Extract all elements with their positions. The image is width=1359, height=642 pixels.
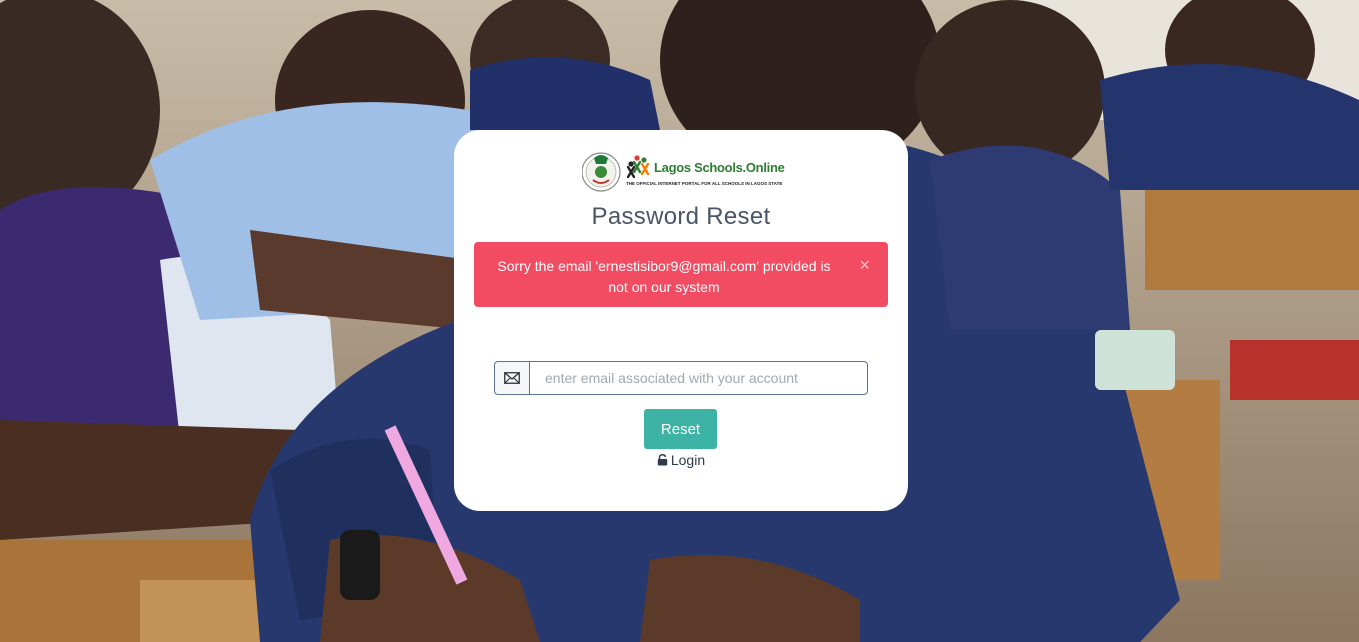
envelope-icon xyxy=(494,361,529,395)
reset-button[interactable]: Reset xyxy=(644,409,717,449)
login-link[interactable]: Login xyxy=(454,452,908,469)
password-reset-card: Lagos Schools.Online THE OFFICIAL INTERN… xyxy=(454,130,908,511)
error-alert: Sorry the email 'ernestisibor9@gmail.com… xyxy=(474,242,888,307)
brand-name: Lagos Schools.Online xyxy=(654,160,785,175)
login-label[interactable]: Login xyxy=(671,452,705,468)
email-input[interactable] xyxy=(529,361,868,395)
close-icon[interactable]: × xyxy=(859,255,870,276)
brand-tagline: THE OFFICIAL INTERNET PORTAL FOR ALL SCH… xyxy=(626,181,783,186)
lock-icon xyxy=(657,453,668,469)
lagos-schools-logo: Lagos Schools.Online THE OFFICIAL INTERN… xyxy=(581,150,785,194)
email-input-group xyxy=(494,361,868,395)
alert-message: Sorry the email 'ernestisibor9@gmail.com… xyxy=(497,258,831,295)
page-title: Password Reset xyxy=(591,203,771,230)
